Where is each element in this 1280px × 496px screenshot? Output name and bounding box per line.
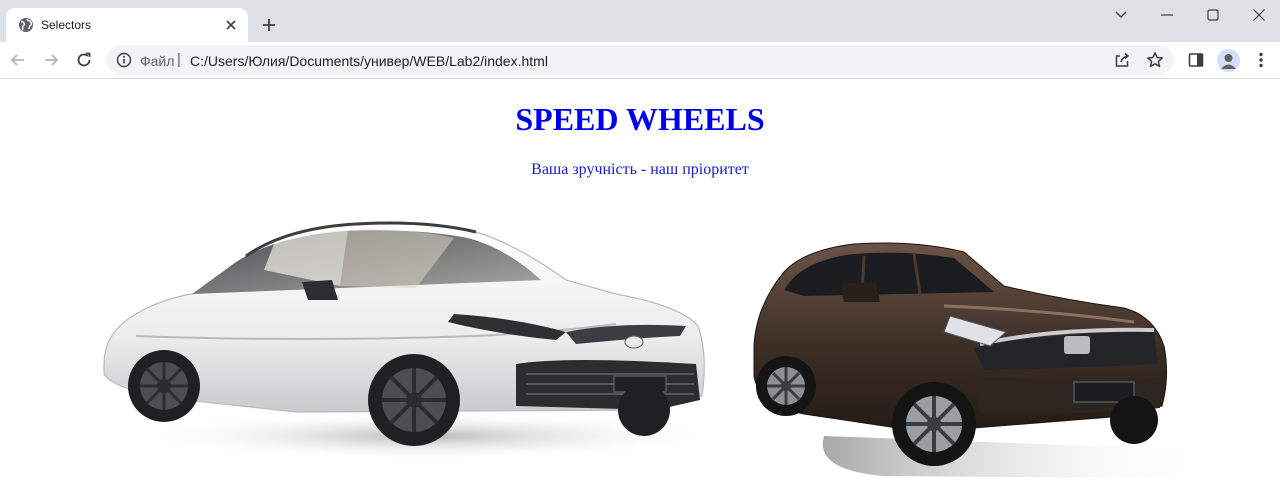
globe-icon bbox=[18, 17, 34, 33]
info-icon[interactable] bbox=[116, 52, 132, 68]
page-heading: SPEED WHEELS bbox=[515, 101, 765, 137]
tab-title: Selectors bbox=[41, 18, 92, 32]
profile-icon[interactable] bbox=[1217, 49, 1240, 72]
star-icon[interactable] bbox=[1146, 51, 1164, 69]
page-tagline: Ваша зручність - наш пріоритет bbox=[531, 161, 749, 178]
minimize-icon[interactable] bbox=[1144, 0, 1190, 30]
share-icon[interactable] bbox=[1113, 51, 1131, 69]
url-text[interactable]: C:/Users/Юлия/Documents/универ/WEB/Lab2/… bbox=[190, 53, 548, 69]
plus-icon[interactable] bbox=[256, 12, 282, 38]
window-close-icon[interactable] bbox=[1236, 0, 1280, 30]
back-arrow-icon[interactable] bbox=[4, 46, 32, 74]
browser-toolbar: Файл | C:/Users/Юлия/Documents/универ/WE… bbox=[0, 42, 1280, 79]
maximize-icon[interactable] bbox=[1190, 0, 1236, 30]
brown-suv-image bbox=[753, 242, 1206, 478]
close-icon[interactable] bbox=[222, 16, 240, 34]
address-bar[interactable]: Файл | C:/Users/Юлия/Documents/универ/WE… bbox=[106, 45, 1174, 75]
forward-arrow-icon[interactable] bbox=[37, 46, 65, 74]
page-content: SPEED WHEELS Ваша зручність - наш пріори… bbox=[0, 80, 1280, 496]
scheme-label: Файл bbox=[140, 53, 175, 69]
side-panel-icon[interactable] bbox=[1186, 50, 1206, 70]
more-menu-icon[interactable] bbox=[1251, 50, 1271, 70]
scheme-separator: | bbox=[177, 51, 181, 68]
reload-icon[interactable] bbox=[70, 46, 98, 74]
tab-strip: Selectors bbox=[0, 0, 1280, 42]
chevron-down-icon[interactable] bbox=[1098, 0, 1144, 30]
browser-tab[interactable]: Selectors bbox=[6, 8, 248, 42]
white-sedan-image bbox=[103, 221, 716, 460]
